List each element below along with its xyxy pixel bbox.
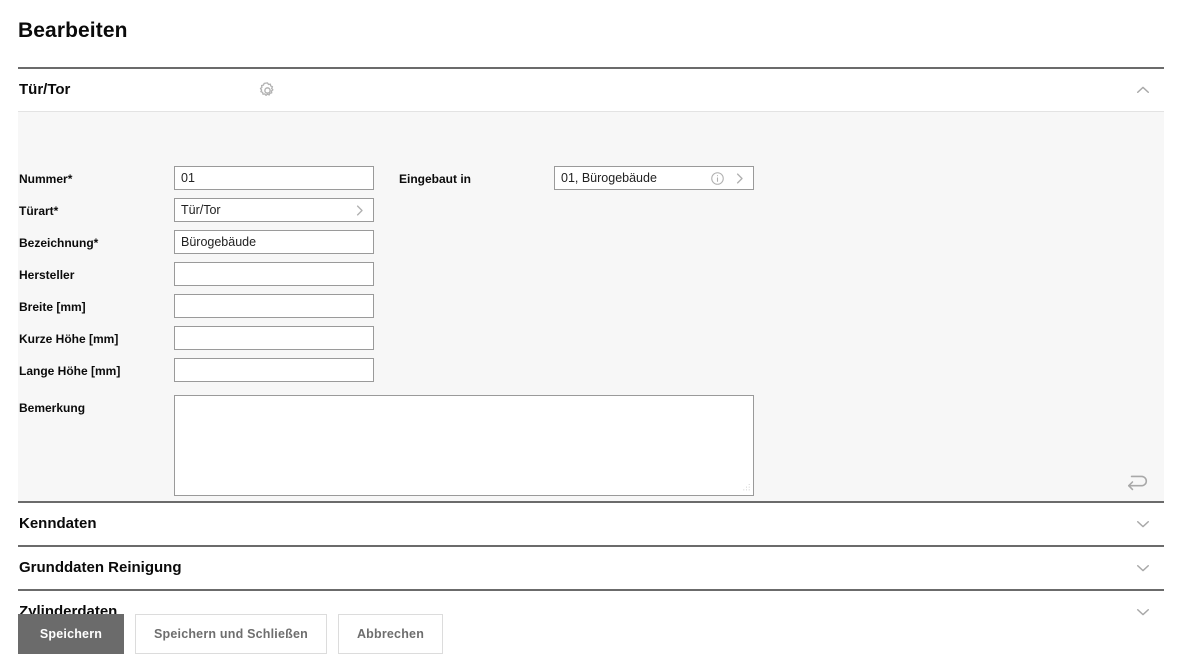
- field-row-kurze-hoehe: Kurze Höhe [mm]: [19, 326, 374, 350]
- field-label-kurze-hoehe: Kurze Höhe [mm]: [19, 326, 174, 347]
- edit-form-page: Bearbeiten Tür/Tor Nummer* 01 Türart* Tü…: [0, 0, 1181, 662]
- input-kurze-hoehe[interactable]: [174, 326, 374, 350]
- field-label-text: Bemerkung: [19, 401, 86, 415]
- cancel-button[interactable]: Abbrechen: [337, 614, 444, 654]
- input-breite[interactable]: [174, 294, 374, 318]
- section-grunddaten-reinigung: Grunddaten Reinigung: [18, 545, 1164, 589]
- field-label-text: Hersteller: [19, 268, 75, 282]
- section-tuer-tor: Tür/Tor Nummer* 01 Türart* Tür/Tor Bezei…: [18, 67, 1164, 501]
- section-title: Grunddaten Reinigung: [19, 559, 182, 576]
- field-label-text: Bezeichnung: [19, 236, 94, 250]
- field-row-bemerkung: Bemerkung: [19, 395, 754, 496]
- field-label-nummer: Nummer*: [19, 166, 174, 187]
- save-button[interactable]: Speichern: [18, 614, 124, 654]
- section-header-tuer-tor[interactable]: Tür/Tor: [18, 69, 1164, 111]
- field-row-nummer: Nummer* 01: [19, 166, 374, 190]
- info-circle-icon[interactable]: [710, 171, 725, 186]
- field-label-text: Eingebaut in: [399, 172, 471, 186]
- field-label-text: Kurze Höhe [mm]: [19, 332, 119, 346]
- section-title: Tür/Tor: [19, 81, 71, 98]
- required-marker: *: [67, 172, 73, 186]
- field-label-lange-hoehe: Lange Höhe [mm]: [19, 358, 174, 379]
- field-row-lange-hoehe: Lange Höhe [mm]: [19, 358, 374, 382]
- field-row-eingebaut-in: Eingebaut in 01, Bürogebäude: [399, 166, 754, 190]
- input-lange-hoehe[interactable]: [174, 358, 374, 382]
- chevron-up-icon[interactable]: [1128, 75, 1158, 105]
- chevron-down-icon[interactable]: [1128, 597, 1158, 627]
- save-and-close-button[interactable]: Speichern und Schließen: [135, 614, 327, 654]
- field-label-bemerkung: Bemerkung: [19, 395, 174, 416]
- section-body-tuer-tor: Nummer* 01 Türart* Tür/Tor Bezeichnung* …: [18, 111, 1164, 501]
- field-row-breite: Breite [mm]: [19, 294, 374, 318]
- field-row-tuerart: Türart* Tür/Tor: [19, 198, 374, 222]
- required-marker: *: [53, 204, 59, 218]
- undo-arrow-icon[interactable]: [1122, 469, 1154, 495]
- section-title: Kenndaten: [19, 515, 97, 532]
- input-hersteller[interactable]: [174, 262, 374, 286]
- field-label-breite: Breite [mm]: [19, 294, 174, 315]
- section-header-grunddaten-reinigung[interactable]: Grunddaten Reinigung: [18, 547, 1164, 589]
- field-label-text: Nummer: [19, 172, 68, 186]
- input-bemerkung[interactable]: [174, 395, 754, 496]
- input-trailing-icons: [710, 171, 747, 186]
- chevron-down-icon[interactable]: [1128, 553, 1158, 583]
- resize-handle-icon[interactable]: [742, 484, 751, 493]
- required-marker: *: [93, 236, 99, 250]
- field-label-bezeichnung: Bezeichnung*: [19, 230, 174, 251]
- input-trailing-icons: [352, 203, 367, 218]
- input-value: 01: [181, 171, 195, 185]
- input-eingebaut-in[interactable]: 01, Bürogebäude: [554, 166, 754, 190]
- field-label-text: Lange Höhe [mm]: [19, 364, 121, 378]
- field-label-text: Türart: [19, 204, 54, 218]
- input-value: Bürogebäude: [181, 235, 257, 249]
- field-row-hersteller: Hersteller: [19, 262, 374, 286]
- input-value: Tür/Tor: [181, 203, 221, 217]
- input-value: 01, Bürogebäude: [561, 171, 657, 185]
- action-button-bar: Speichern Speichern und Schließen Abbrec…: [18, 614, 444, 654]
- input-nummer[interactable]: 01: [174, 166, 374, 190]
- field-label-eingebaut-in: Eingebaut in: [399, 166, 554, 187]
- page-title: Bearbeiten: [18, 19, 128, 42]
- section-header-kenndaten[interactable]: Kenndaten: [18, 503, 1164, 545]
- chevron-right-icon[interactable]: [732, 171, 747, 186]
- gear-icon[interactable]: [254, 77, 280, 103]
- form-grid: Nummer* 01 Türart* Tür/Tor Bezeichnung* …: [18, 122, 1164, 500]
- accordion: Tür/Tor Nummer* 01 Türart* Tür/Tor Bezei…: [18, 67, 1164, 633]
- input-bezeichnung[interactable]: Bürogebäude: [174, 230, 374, 254]
- input-tuerart[interactable]: Tür/Tor: [174, 198, 374, 222]
- chevron-down-icon[interactable]: [1128, 509, 1158, 539]
- section-kenndaten: Kenndaten: [18, 501, 1164, 545]
- field-label-hersteller: Hersteller: [19, 262, 174, 283]
- field-row-bezeichnung: Bezeichnung* Bürogebäude: [19, 230, 374, 254]
- field-label-tuerart: Türart*: [19, 198, 174, 219]
- field-label-text: Breite [mm]: [19, 300, 86, 314]
- chevron-right-icon[interactable]: [352, 203, 367, 218]
